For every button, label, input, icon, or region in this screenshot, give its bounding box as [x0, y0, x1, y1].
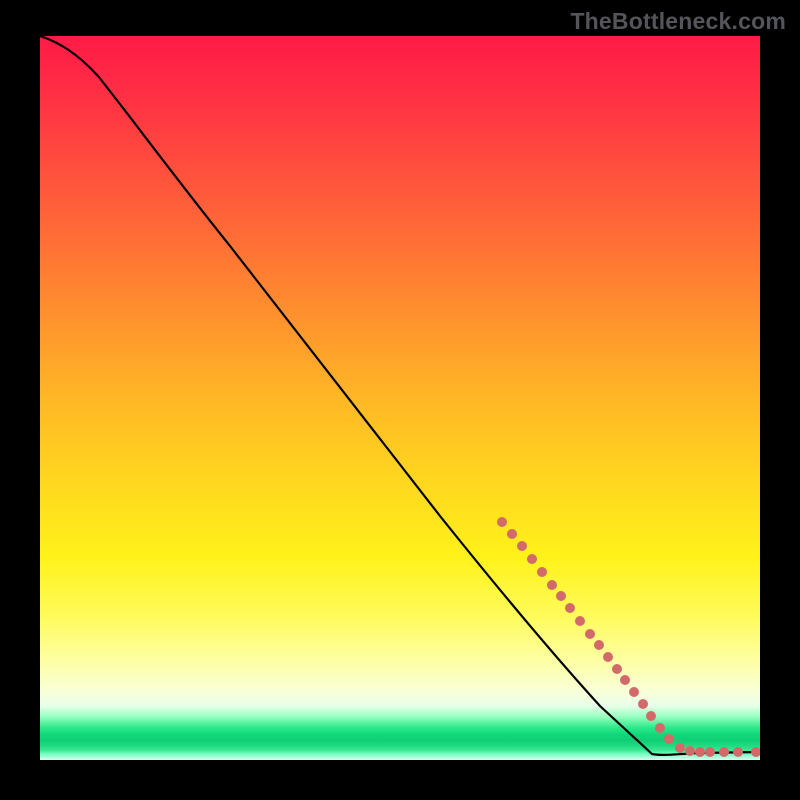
watermark-label: TheBottleneck.com: [570, 8, 786, 35]
curve-layer: [40, 36, 760, 760]
plot-area: [40, 36, 760, 760]
chart-frame: TheBottleneck.com: [0, 0, 800, 800]
marker-dots: [497, 517, 760, 757]
bottleneck-curve: [40, 36, 760, 755]
